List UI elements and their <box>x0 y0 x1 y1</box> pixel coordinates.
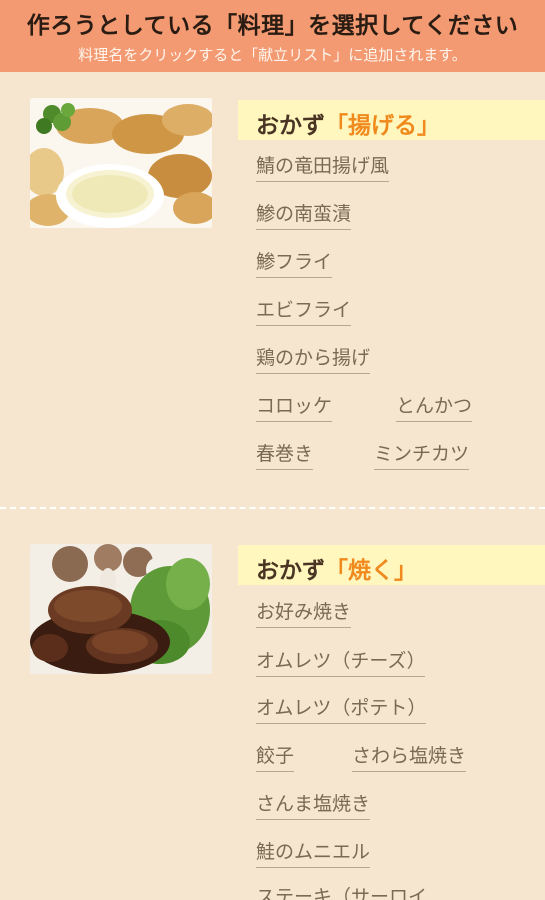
dish-link[interactable]: 鯵の南蛮漬 <box>256 203 352 230</box>
page-title: 作ろうとしている「料理」を選択してください <box>26 13 519 39</box>
dish-link[interactable]: 鶏のから揚げ <box>256 347 371 374</box>
section-divider <box>0 507 545 509</box>
grilled-food-photo <box>30 544 212 674</box>
dish-link[interactable]: コロッケ <box>256 395 333 422</box>
dish-link[interactable]: 鯖の竜田揚げ風 <box>256 155 390 182</box>
dish-link[interactable]: とんかつ <box>396 395 473 422</box>
heading-prefix: おかず <box>256 558 325 584</box>
heading-accent: 「焼く」 <box>325 558 417 584</box>
heading-accent: 「揚げる」 <box>325 113 440 139</box>
app-header: 作ろうとしている「料理」を選択してください 料理名をクリックすると「献立リスト」… <box>0 0 545 72</box>
dish-link[interactable]: 鮭のムニエル <box>256 841 371 868</box>
dish-link[interactable]: エビフライ <box>256 299 352 326</box>
dish-link[interactable]: ステーキ（サーロイ <box>256 886 427 900</box>
dish-link[interactable]: お好み焼き <box>256 601 352 628</box>
dish-link[interactable]: オムレツ（チーズ） <box>256 650 426 677</box>
dish-link[interactable]: ミンチカツ <box>374 443 470 470</box>
section-heading-fried: おかず「揚げる」 <box>238 100 545 140</box>
dish-link[interactable]: さんま塩焼き <box>256 793 371 820</box>
page-subtitle: 料理名をクリックすると「献立リスト」に追加されます。 <box>78 46 467 64</box>
heading-prefix: おかず <box>256 113 325 139</box>
dish-link[interactable]: 餃子 <box>256 745 295 772</box>
fried-food-photo <box>30 98 212 228</box>
dish-link[interactable]: 春巻き <box>256 443 314 470</box>
dish-link[interactable]: オムレツ（ポテト） <box>256 697 427 724</box>
section-heading-grilled: おかず「焼く」 <box>238 545 545 585</box>
dish-link[interactable]: さわら塩焼き <box>352 745 467 772</box>
dish-link[interactable]: 鯵フライ <box>256 251 333 278</box>
